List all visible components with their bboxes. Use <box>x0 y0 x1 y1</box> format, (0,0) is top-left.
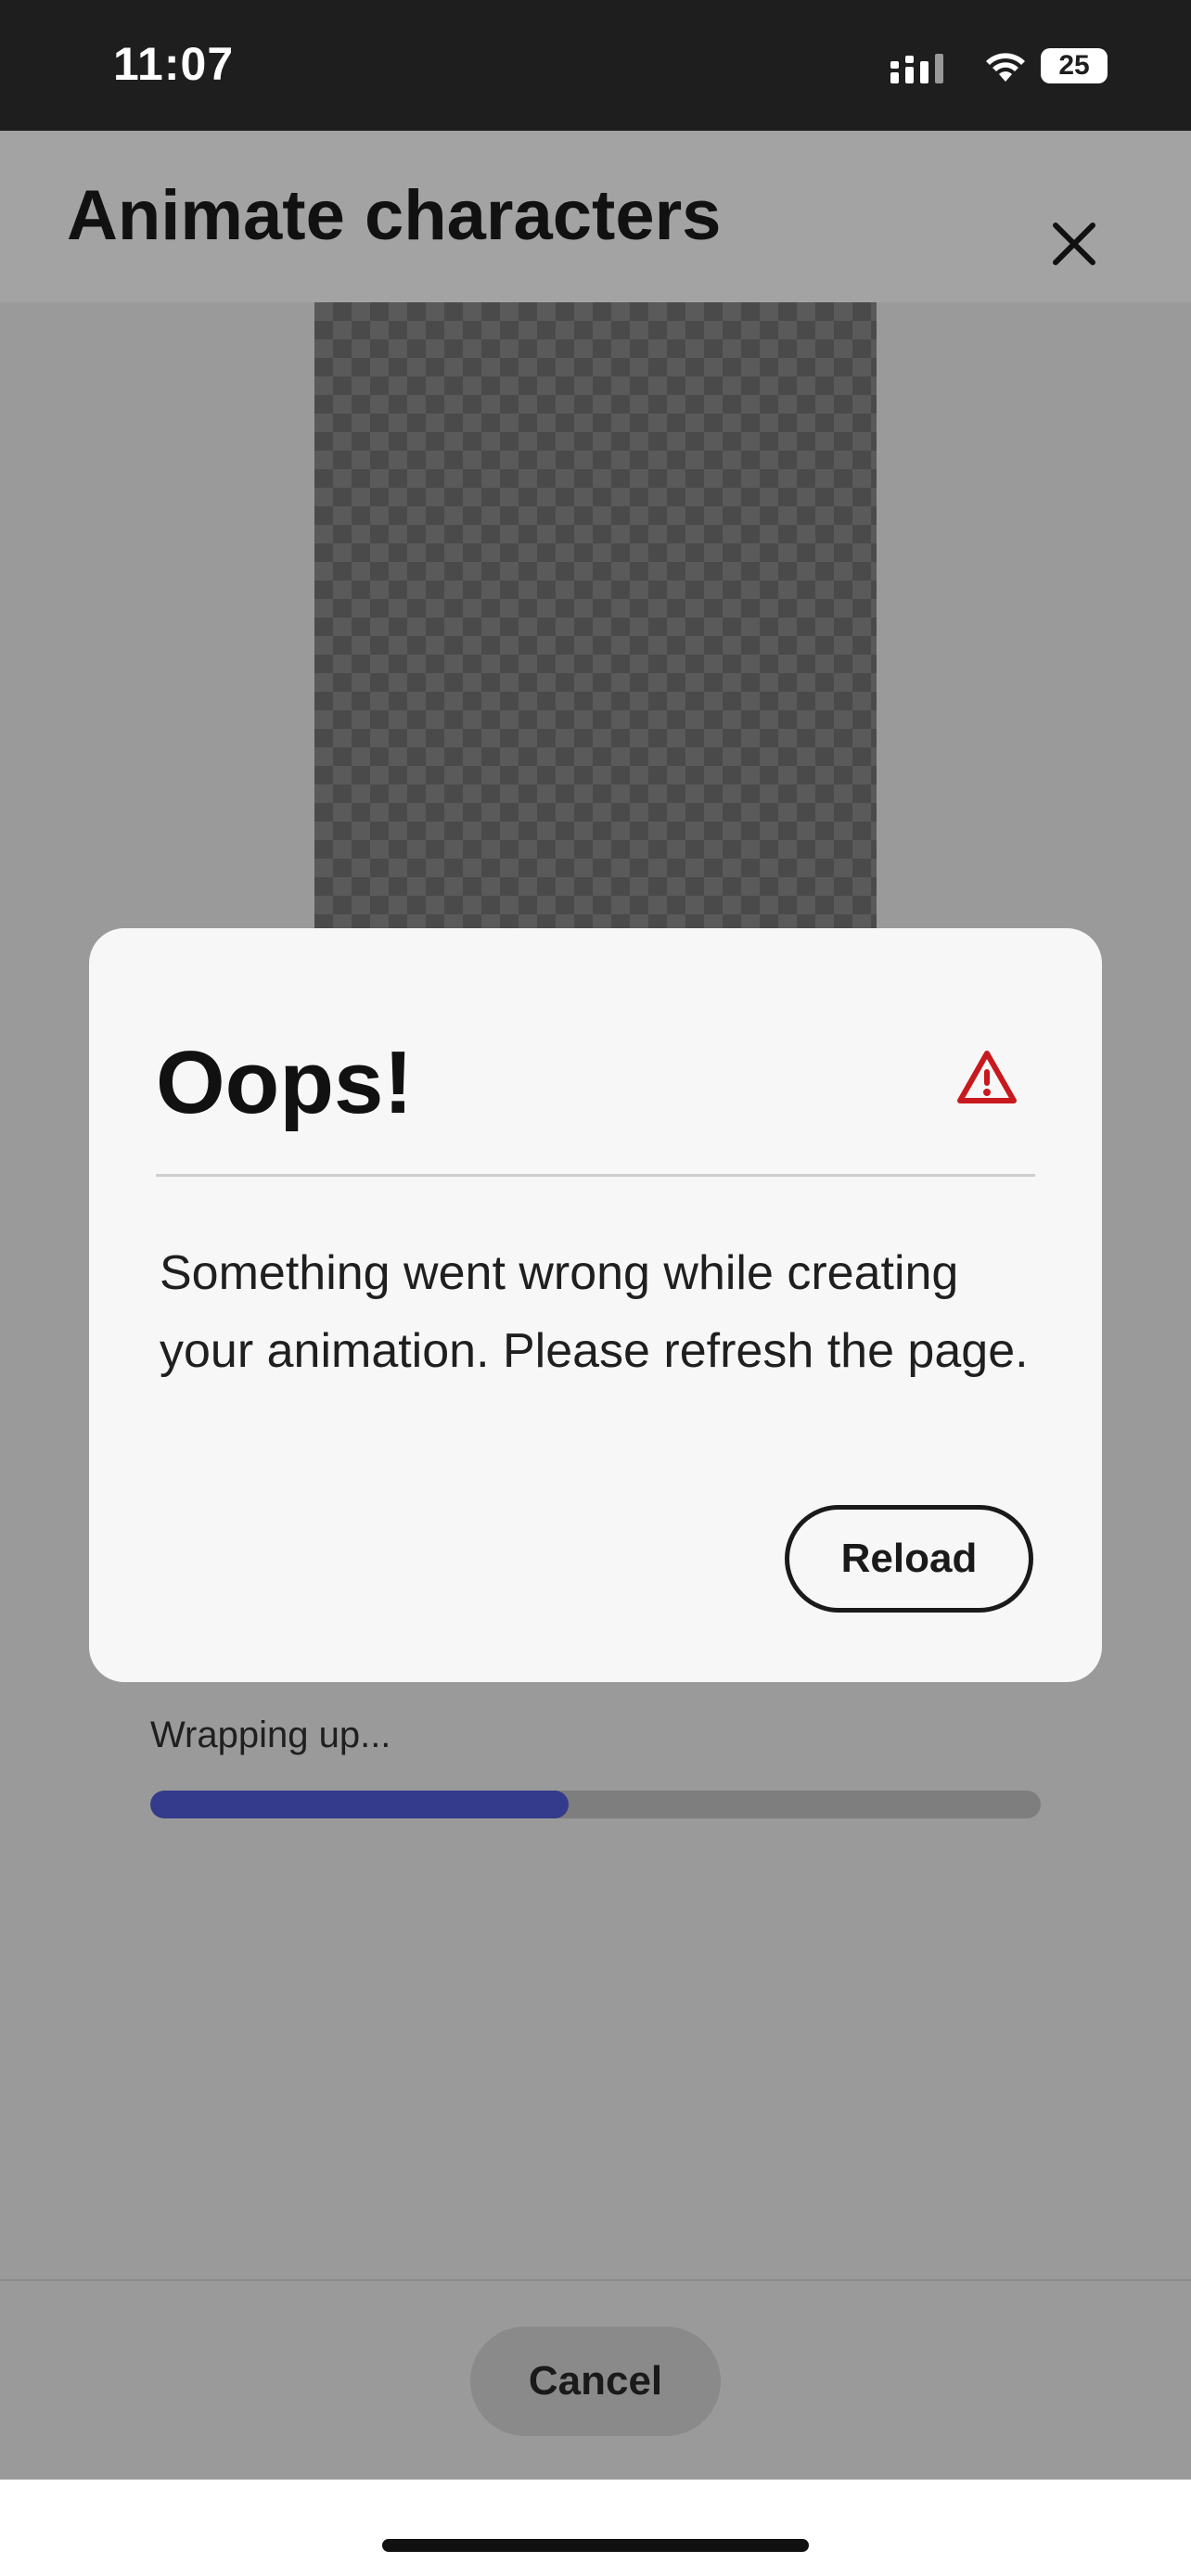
dialog-message: Something went wrong while creating your… <box>160 1246 1029 1378</box>
dialog-title: Oops! <box>156 1033 414 1132</box>
wifi-icon <box>986 53 1025 82</box>
error-dialog: Oops! Something went wrong while creatin… <box>89 928 1102 1682</box>
reload-button[interactable]: Reload <box>785 1505 1033 1613</box>
dialog-divider <box>156 1174 1035 1177</box>
status-time: 11:07 <box>113 38 235 90</box>
app-header: Animate characters <box>0 131 1191 302</box>
progress-label: Wrapping up... <box>150 1715 391 1755</box>
home-indicator[interactable] <box>382 2539 809 2552</box>
alert-icon <box>957 1051 1017 1103</box>
progress-bar <box>150 1791 1041 1818</box>
battery-icon: 25 <box>1041 48 1108 83</box>
status-bar: 11:07 25 <box>0 0 1191 131</box>
cellular-signal-icon <box>890 54 943 83</box>
close-icon[interactable] <box>1048 218 1100 270</box>
footer-divider <box>0 2279 1191 2281</box>
progress-bar-fill <box>150 1791 570 1818</box>
page-title: Animate characters <box>67 176 722 255</box>
cancel-button[interactable]: Cancel <box>470 2327 721 2436</box>
